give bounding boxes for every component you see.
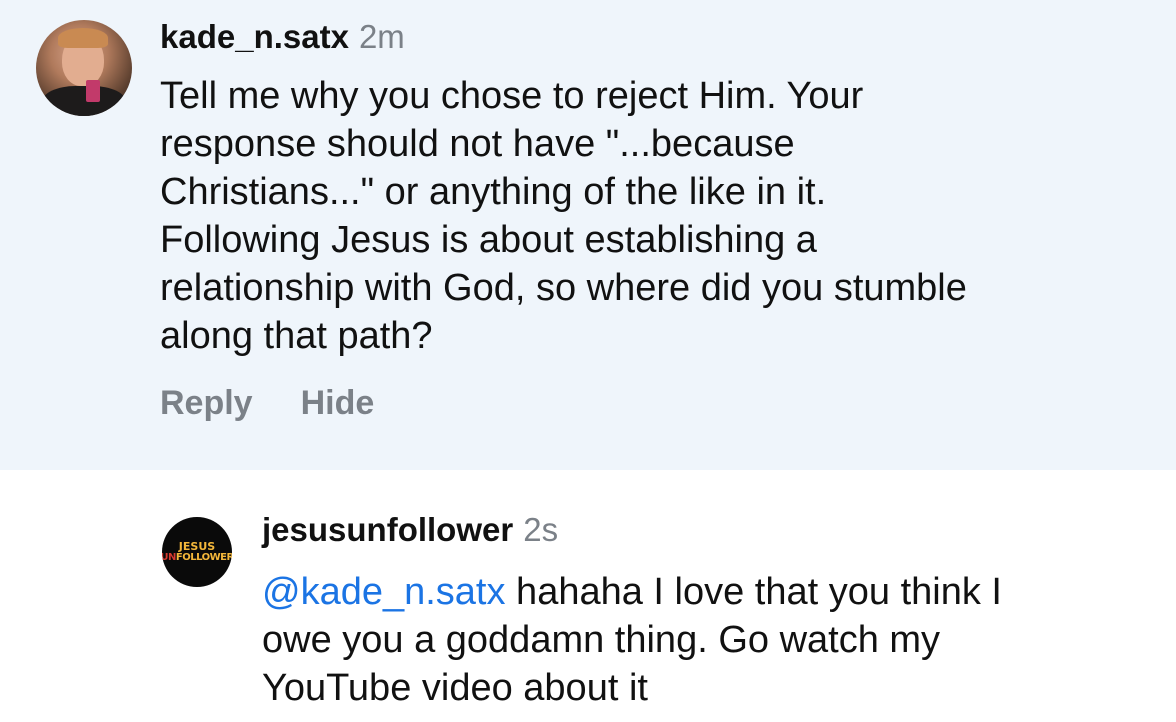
comment-thread: kade_n.satx 2m Tell me why you chose to r…: [0, 0, 1176, 722]
reply-avatar[interactable]: JESUS UNFOLLOWER: [162, 517, 232, 587]
reply-button[interactable]: Reply: [160, 384, 253, 423]
reply-text-line: YouTube video about it: [262, 667, 648, 709]
comment-text-line: Christians..." or anything of the like i…: [160, 171, 827, 213]
comment-text-line: along that path?: [160, 315, 433, 357]
reply-text: @kade_n.satx hahaha I love that you thin…: [262, 568, 1142, 712]
reply-timestamp: 2s: [523, 511, 559, 548]
comment-author: kade_n.satx 2m: [160, 18, 405, 56]
comment-text: Tell me why you chose to reject Him. You…: [160, 72, 1140, 360]
comment-text-line: response should not have "...because: [160, 123, 795, 165]
logo-line-2: UNFOLLOWER: [162, 552, 232, 563]
logo-line-1: JESUS: [178, 540, 216, 553]
avatar-phone: [86, 80, 100, 102]
reply-text-line: owe you a goddamn thing. Go watch my: [262, 619, 941, 661]
avatar-hair: [58, 28, 108, 48]
comment-actions: Reply Hide: [160, 384, 422, 423]
comment-text-line: relationship with God, so where did you …: [160, 267, 967, 309]
hide-button[interactable]: Hide: [301, 384, 375, 423]
logo-line-2-prefix: UN: [162, 552, 176, 563]
logo-line-2-rest: FOLLOWER: [175, 552, 232, 563]
jesus-unfollower-logo-icon: JESUS UNFOLLOWER: [162, 517, 232, 587]
reply-text-segment: hahaha I love that you think I: [505, 571, 1002, 613]
comment-timestamp: 2m: [358, 18, 405, 55]
reply-author: jesusunfollower 2s: [262, 511, 558, 549]
comment-text-line: Tell me why you chose to reject Him. You…: [160, 75, 864, 117]
reply-username-link[interactable]: jesusunfollower: [262, 511, 513, 548]
comment-text-line: Following Jesus is about establishing a: [160, 219, 817, 261]
avatar-shirt: [42, 86, 126, 116]
avatar[interactable]: [36, 20, 132, 116]
reply-text-line: @kade_n.satx hahaha I love that you thin…: [262, 568, 1142, 616]
mention-link[interactable]: @kade_n.satx: [262, 571, 506, 613]
username-link[interactable]: kade_n.satx: [160, 18, 349, 55]
